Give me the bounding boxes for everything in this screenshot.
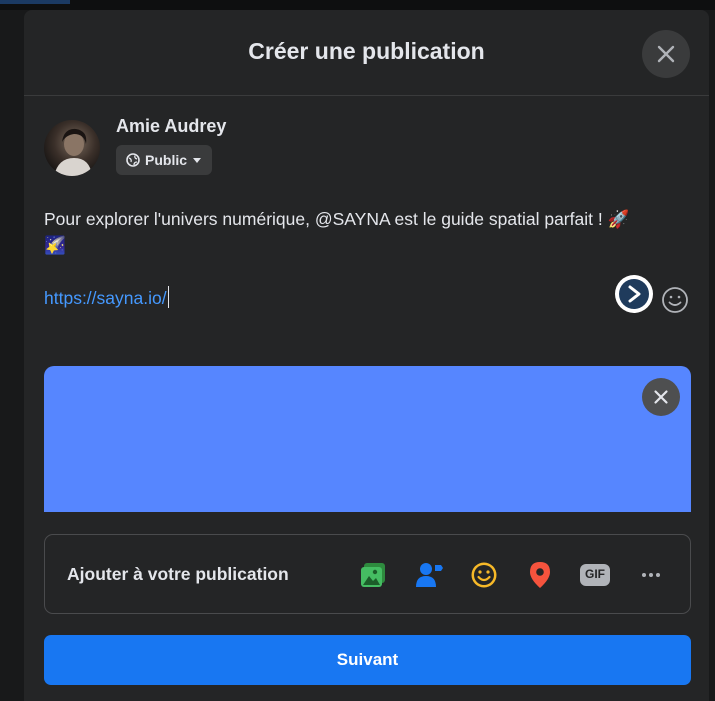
close-dialog-button[interactable] <box>642 30 690 78</box>
location-pin-icon <box>530 562 550 588</box>
next-button[interactable]: Suivant <box>44 635 691 685</box>
dialog-title: Créer une publication <box>248 38 485 64</box>
emoji-button[interactable] <box>660 285 690 315</box>
link-preview[interactable] <box>44 366 691 512</box>
add-to-post-label: Ajouter à votre publication <box>67 564 289 584</box>
text-cursor <box>167 286 169 308</box>
sayna-extension-icon[interactable] <box>615 275 653 313</box>
create-post-dialog: Créer une publication Amie Audrey Public <box>24 10 709 701</box>
tag-people-button[interactable] <box>411 557 447 593</box>
post-author: Amie Audrey Public <box>44 114 444 184</box>
close-icon <box>657 45 675 63</box>
gif-button[interactable]: GIF <box>577 557 613 593</box>
post-text-link[interactable]: https://sayna.io/ <box>44 286 169 309</box>
privacy-label: Public <box>145 152 188 168</box>
globe-icon <box>126 153 140 167</box>
background-top-strip <box>0 0 715 10</box>
background-accent <box>0 0 70 4</box>
gif-label: GIF <box>585 567 605 581</box>
photo-video-icon <box>361 563 385 587</box>
feeling-activity-icon <box>471 562 497 588</box>
sayna-logo-icon <box>619 279 649 309</box>
more-options-button[interactable] <box>633 557 669 593</box>
smiley-icon <box>662 287 688 313</box>
privacy-selector[interactable]: Public <box>116 145 213 175</box>
avatar[interactable] <box>44 120 100 176</box>
more-icon <box>642 573 660 577</box>
photo-video-button[interactable] <box>355 557 391 593</box>
add-to-post-bar: Ajouter à votre publication GIF <box>44 534 691 614</box>
check-in-button[interactable] <box>522 557 558 593</box>
post-link-text: https://sayna.io/ <box>44 288 167 308</box>
author-name[interactable]: Amie Audrey <box>116 116 226 137</box>
caret-down-icon <box>193 158 202 163</box>
post-text[interactable]: Pour explorer l'univers numérique, @SAYN… <box>44 206 644 258</box>
dialog-header: Créer une publication <box>24 10 709 96</box>
close-icon <box>654 390 668 404</box>
avatar-photo-icon <box>54 128 92 176</box>
remove-preview-button[interactable] <box>642 378 680 416</box>
feeling-activity-button[interactable] <box>466 557 502 593</box>
tag-people-icon <box>416 563 443 587</box>
